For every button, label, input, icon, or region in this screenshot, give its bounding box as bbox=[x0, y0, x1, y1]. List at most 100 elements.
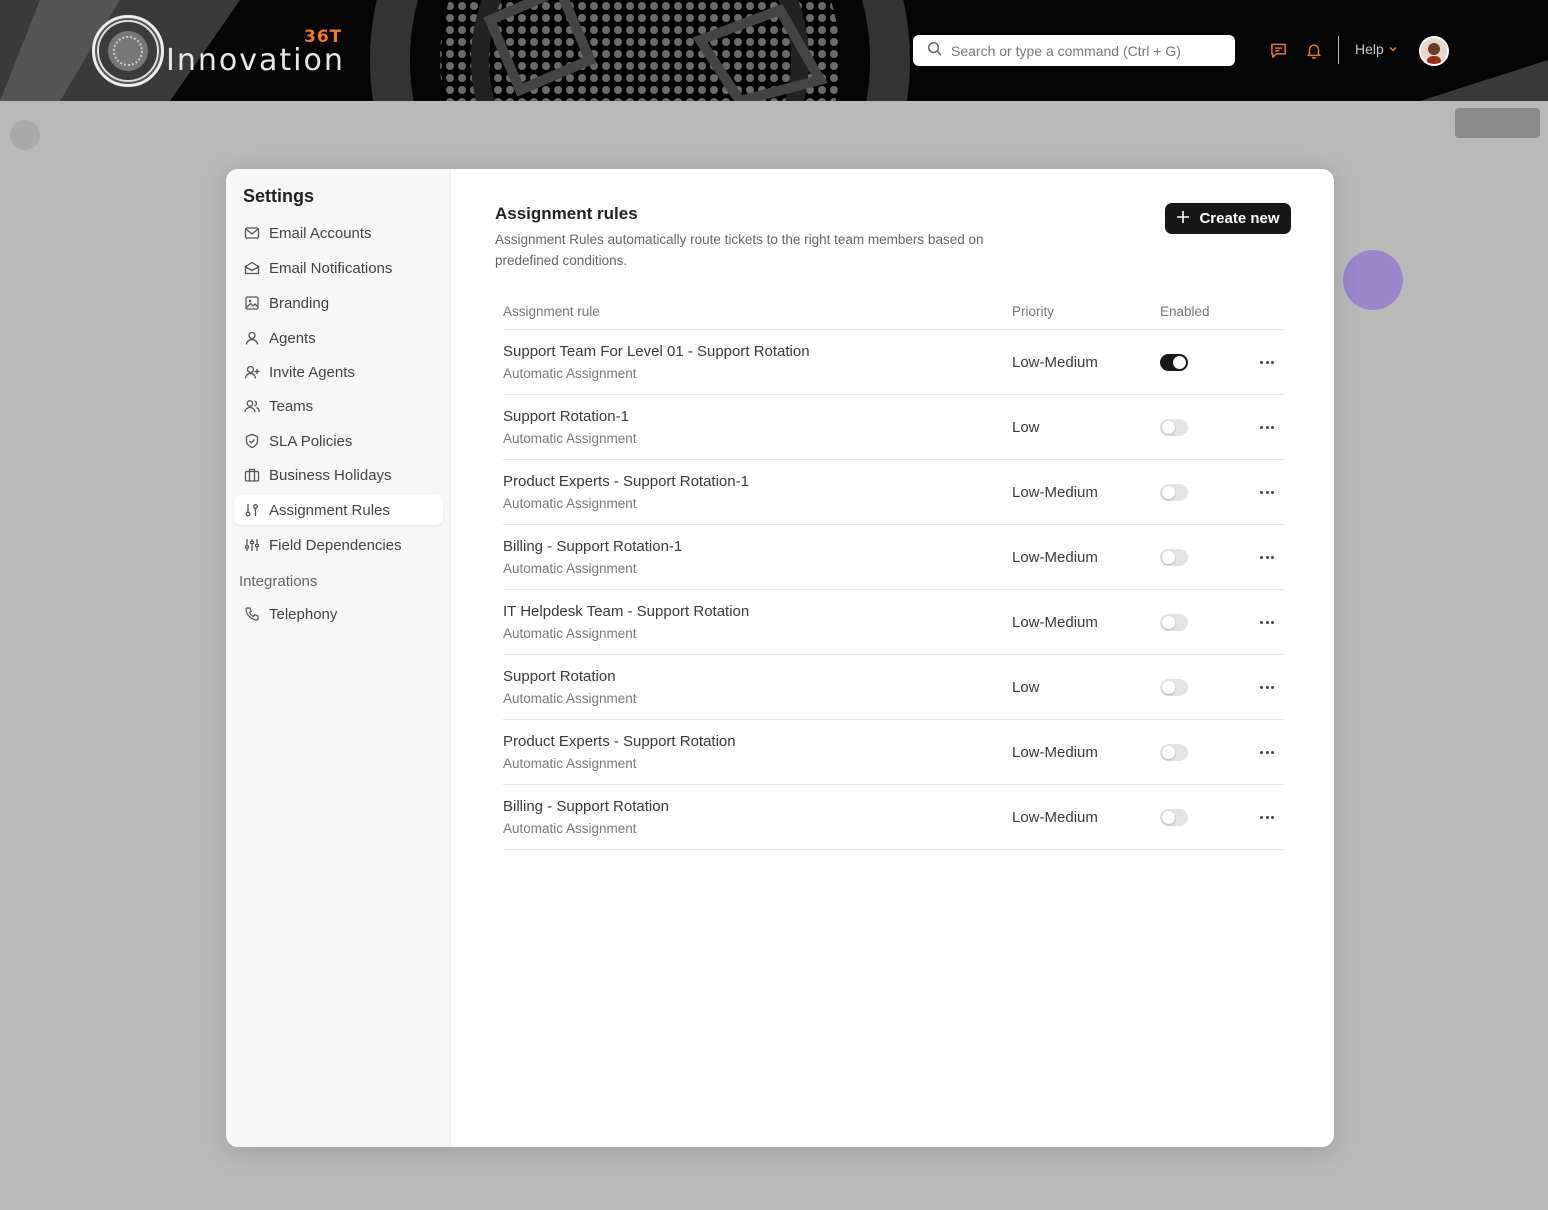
rule-type: Automatic Assignment bbox=[503, 496, 637, 511]
sidebar-item-assignment-rules[interactable]: Assignment Rules bbox=[234, 495, 443, 525]
sidebar-item-email-notifications[interactable]: Email Notifications bbox=[234, 253, 443, 283]
sidebar-item-label: Teams bbox=[269, 397, 314, 415]
more-options-icon[interactable] bbox=[1256, 677, 1278, 697]
table-row[interactable]: IT Helpdesk Team - Support Rotation Auto… bbox=[503, 590, 1283, 655]
rule-type: Automatic Assignment bbox=[503, 626, 637, 641]
rule-name: IT Helpdesk Team - Support Rotation bbox=[503, 603, 750, 620]
briefcase-icon bbox=[243, 466, 261, 484]
page-title: Assignment rules bbox=[495, 204, 638, 223]
search-input[interactable] bbox=[951, 42, 1221, 59]
sliders-icon bbox=[243, 536, 261, 554]
brand-seal-icon bbox=[92, 15, 164, 87]
rule-name: Support Team For Level 01 - Support Rota… bbox=[503, 343, 810, 360]
rule-priority: Low-Medium bbox=[1012, 549, 1098, 566]
search-box[interactable] bbox=[913, 35, 1235, 66]
more-options-icon[interactable] bbox=[1256, 352, 1278, 372]
more-options-icon[interactable] bbox=[1256, 742, 1278, 762]
table-row[interactable]: Support Team For Level 01 - Support Rota… bbox=[503, 330, 1283, 395]
enabled-toggle[interactable] bbox=[1160, 614, 1188, 631]
plus-icon bbox=[1176, 210, 1190, 228]
enabled-toggle[interactable] bbox=[1160, 809, 1188, 826]
settings-modal: Settings Email Accounts Email Notificati… bbox=[226, 169, 1334, 1147]
brand-sub: 36T bbox=[304, 27, 343, 47]
sidebar-item-email-accounts[interactable]: Email Accounts bbox=[234, 218, 443, 248]
help-label: Help bbox=[1355, 41, 1384, 57]
mail-open-icon bbox=[243, 259, 261, 277]
sidebar-item-business-holidays[interactable]: Business Holidays bbox=[234, 460, 443, 490]
more-options-icon[interactable] bbox=[1256, 612, 1278, 632]
sidebar-title: Settings bbox=[243, 186, 315, 206]
sidebar-item-label: Email Notifications bbox=[269, 259, 393, 277]
more-options-icon[interactable] bbox=[1256, 482, 1278, 502]
background-blur bbox=[10, 120, 40, 150]
table-row[interactable]: Support Rotation-1 Automatic Assignment … bbox=[503, 395, 1283, 460]
sidebar-item-sla-policies[interactable]: SLA Policies bbox=[234, 426, 443, 456]
sidebar-item-label: Telephony bbox=[269, 605, 338, 623]
enabled-toggle[interactable] bbox=[1160, 419, 1188, 436]
rule-priority: Low-Medium bbox=[1012, 614, 1098, 631]
rule-name: Billing - Support Rotation bbox=[503, 798, 669, 815]
sidebar-item-field-dependencies[interactable]: Field Dependencies bbox=[234, 530, 443, 560]
enabled-toggle[interactable] bbox=[1160, 549, 1188, 566]
rule-name: Product Experts - Support Rotation-1 bbox=[503, 473, 749, 490]
rule-type: Automatic Assignment bbox=[503, 756, 637, 771]
sidebar-item-label: Branding bbox=[269, 294, 330, 312]
settings-sidebar: Settings Email Accounts Email Notificati… bbox=[226, 169, 451, 1147]
sidebar-item-label: SLA Policies bbox=[269, 432, 353, 450]
header-divider bbox=[1338, 36, 1339, 64]
chat-icon[interactable] bbox=[1269, 41, 1288, 65]
sidebar-item-telephony[interactable]: Telephony bbox=[234, 599, 443, 629]
more-options-icon[interactable] bbox=[1256, 807, 1278, 827]
background-blur bbox=[1455, 108, 1540, 138]
shield-icon bbox=[243, 432, 261, 450]
table-row[interactable]: Billing - Support Rotation Automatic Ass… bbox=[503, 785, 1283, 850]
sidebar-item-teams[interactable]: Teams bbox=[234, 391, 443, 421]
search-icon bbox=[927, 41, 942, 61]
table-row[interactable]: Product Experts - Support Rotation Autom… bbox=[503, 720, 1283, 785]
rule-priority: Low bbox=[1012, 679, 1040, 696]
column-header-priority: Priority bbox=[1012, 304, 1055, 319]
table-row[interactable]: Product Experts - Support Rotation-1 Aut… bbox=[503, 460, 1283, 525]
sidebar-item-agents[interactable]: Agents bbox=[234, 323, 443, 353]
column-header-enabled: Enabled bbox=[1160, 304, 1210, 319]
rule-name: Product Experts - Support Rotation bbox=[503, 733, 736, 750]
sidebar-item-label: Business Holidays bbox=[269, 466, 392, 484]
brand-logo[interactable]: Innovation 36T bbox=[92, 15, 343, 87]
table-header: Assignment rule Priority Enabled bbox=[503, 295, 1283, 330]
avatar[interactable] bbox=[1419, 36, 1449, 66]
assignment-rules-table: Assignment rule Priority Enabled Support… bbox=[503, 295, 1283, 850]
table-row[interactable]: Support Rotation Automatic Assignment Lo… bbox=[503, 655, 1283, 720]
rule-priority: Low-Medium bbox=[1012, 484, 1098, 501]
rule-priority: Low-Medium bbox=[1012, 744, 1098, 761]
top-bar: Innovation 36T Help bbox=[0, 0, 1548, 101]
page-description: Assignment Rules automatically route tic… bbox=[495, 232, 984, 268]
more-options-icon[interactable] bbox=[1256, 417, 1278, 437]
rule-type: Automatic Assignment bbox=[503, 691, 637, 706]
rule-name: Support Rotation-1 bbox=[503, 408, 629, 425]
rule-type: Automatic Assignment bbox=[503, 431, 637, 446]
sidebar-item-label: Agents bbox=[269, 329, 316, 347]
sidebar-item-branding[interactable]: Branding bbox=[234, 288, 443, 318]
enabled-toggle[interactable] bbox=[1160, 744, 1188, 761]
create-new-button[interactable]: Create new bbox=[1165, 203, 1291, 234]
image-icon bbox=[243, 294, 261, 312]
more-options-icon[interactable] bbox=[1256, 547, 1278, 567]
users-icon bbox=[243, 397, 261, 415]
rule-type: Automatic Assignment bbox=[503, 366, 637, 381]
assignment-icon bbox=[243, 501, 261, 519]
enabled-toggle[interactable] bbox=[1160, 484, 1188, 501]
table-row[interactable]: Billing - Support Rotation-1 Automatic A… bbox=[503, 525, 1283, 590]
user-plus-icon bbox=[243, 363, 261, 381]
enabled-toggle[interactable] bbox=[1160, 354, 1188, 371]
help-menu[interactable]: Help bbox=[1355, 41, 1398, 57]
phone-icon bbox=[243, 605, 261, 623]
assignment-rules-panel: Assignment rules Assignment Rules automa… bbox=[451, 169, 1334, 1147]
enabled-toggle[interactable] bbox=[1160, 679, 1188, 696]
chevron-down-icon bbox=[1388, 41, 1398, 57]
column-header-rule: Assignment rule bbox=[503, 304, 600, 319]
rule-name: Support Rotation bbox=[503, 668, 616, 685]
sidebar-item-invite-agents[interactable]: Invite Agents bbox=[234, 357, 443, 387]
bell-icon[interactable] bbox=[1305, 41, 1323, 65]
rule-name: Billing - Support Rotation-1 bbox=[503, 538, 683, 555]
sidebar-item-label: Field Dependencies bbox=[269, 536, 402, 554]
